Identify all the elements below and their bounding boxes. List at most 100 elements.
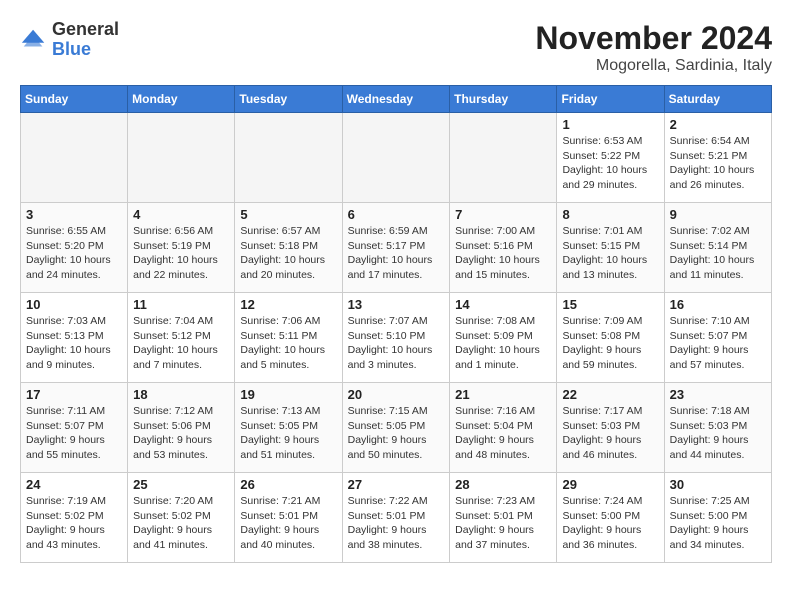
day-number: 15 (562, 297, 658, 312)
day-number: 19 (240, 387, 336, 402)
day-number: 25 (133, 477, 229, 492)
day-number: 26 (240, 477, 336, 492)
logo-blue-text: Blue (52, 39, 91, 59)
day-number: 24 (26, 477, 122, 492)
day-cell: 9 Sunrise: 7:02 AM Sunset: 5:14 PM Daylig… (664, 203, 771, 293)
day-cell: 19 Sunrise: 7:13 AM Sunset: 5:05 PM Dayli… (235, 383, 342, 473)
day-info: Sunrise: 7:19 AM Sunset: 5:02 PM Dayligh… (26, 494, 122, 553)
day-cell: 15Sunrise: 7:09 AM Sunset: 5:08 PM Dayli… (557, 293, 664, 383)
day-info: Sunrise: 7:10 AM Sunset: 5:07 PM Dayligh… (670, 314, 766, 373)
day-cell (342, 113, 450, 203)
day-number: 13 (348, 297, 445, 312)
header: General Blue November 2024 Mogorella, Sa… (20, 20, 772, 75)
day-cell: 18 Sunrise: 7:12 AM Sunset: 5:06 PM Dayli… (128, 383, 235, 473)
day-number: 8 (562, 207, 658, 222)
day-number: 18 (133, 387, 229, 402)
day-cell: 17 Sunrise: 7:11 AM Sunset: 5:07 PM Dayli… (21, 383, 128, 473)
day-cell: 28Sunrise: 7:23 AM Sunset: 5:01 PM Dayli… (450, 473, 557, 563)
day-number: 17 (26, 387, 122, 402)
weekday-header-saturday: Saturday (664, 86, 771, 113)
weekday-header-wednesday: Wednesday (342, 86, 450, 113)
day-cell: 5 Sunrise: 6:57 AM Sunset: 5:18 PM Daylig… (235, 203, 342, 293)
day-cell: 16 Sunrise: 7:10 AM Sunset: 5:07 PM Dayli… (664, 293, 771, 383)
week-row-5: 24 Sunrise: 7:19 AM Sunset: 5:02 PM Dayli… (21, 473, 772, 563)
day-cell: 27 Sunrise: 7:22 AM Sunset: 5:01 PM Dayli… (342, 473, 450, 563)
day-info: Sunrise: 6:53 AM Sunset: 5:22 PM Dayligh… (562, 134, 658, 193)
day-cell: 22 Sunrise: 7:17 AM Sunset: 5:03 PM Dayli… (557, 383, 664, 473)
day-info: Sunrise: 7:22 AM Sunset: 5:01 PM Dayligh… (348, 494, 445, 553)
day-number: 30 (670, 477, 766, 492)
day-cell: 24 Sunrise: 7:19 AM Sunset: 5:02 PM Dayli… (21, 473, 128, 563)
day-cell (128, 113, 235, 203)
week-row-1: 1Sunrise: 6:53 AM Sunset: 5:22 PM Daylig… (21, 113, 772, 203)
day-number: 22 (562, 387, 658, 402)
day-number: 23 (670, 387, 766, 402)
day-info: Sunrise: 7:03 AM Sunset: 5:13 PM Dayligh… (26, 314, 122, 373)
day-cell: 13 Sunrise: 7:07 AM Sunset: 5:10 PM Dayli… (342, 293, 450, 383)
day-cell: 10 Sunrise: 7:03 AM Sunset: 5:13 PM Dayli… (21, 293, 128, 383)
logo-general-text: General (52, 19, 119, 39)
day-info: Sunrise: 7:07 AM Sunset: 5:10 PM Dayligh… (348, 314, 445, 373)
day-info: Sunrise: 7:24 AM Sunset: 5:00 PM Dayligh… (562, 494, 658, 553)
weekday-header-friday: Friday (557, 86, 664, 113)
day-cell (21, 113, 128, 203)
title-area: November 2024 Mogorella, Sardinia, Italy (535, 20, 772, 75)
week-row-3: 10 Sunrise: 7:03 AM Sunset: 5:13 PM Dayli… (21, 293, 772, 383)
day-cell: 14 Sunrise: 7:08 AM Sunset: 5:09 PM Dayli… (450, 293, 557, 383)
day-info: Sunrise: 7:06 AM Sunset: 5:11 PM Dayligh… (240, 314, 336, 373)
day-cell: 3 Sunrise: 6:55 AM Sunset: 5:20 PM Daylig… (21, 203, 128, 293)
week-row-2: 3 Sunrise: 6:55 AM Sunset: 5:20 PM Daylig… (21, 203, 772, 293)
day-info: Sunrise: 7:18 AM Sunset: 5:03 PM Dayligh… (670, 404, 766, 463)
day-number: 6 (348, 207, 445, 222)
day-cell: 26 Sunrise: 7:21 AM Sunset: 5:01 PM Dayli… (235, 473, 342, 563)
logo-icon (20, 26, 48, 54)
day-info: Sunrise: 7:12 AM Sunset: 5:06 PM Dayligh… (133, 404, 229, 463)
location: Mogorella, Sardinia, Italy (535, 57, 772, 75)
day-info: Sunrise: 6:57 AM Sunset: 5:18 PM Dayligh… (240, 224, 336, 283)
day-info: Sunrise: 7:02 AM Sunset: 5:14 PM Dayligh… (670, 224, 766, 283)
day-number: 27 (348, 477, 445, 492)
day-cell: 1Sunrise: 6:53 AM Sunset: 5:22 PM Daylig… (557, 113, 664, 203)
day-number: 7 (455, 207, 551, 222)
weekday-header-row: SundayMondayTuesdayWednesdayThursdayFrid… (21, 86, 772, 113)
weekday-header-thursday: Thursday (450, 86, 557, 113)
day-info: Sunrise: 7:20 AM Sunset: 5:02 PM Dayligh… (133, 494, 229, 553)
day-number: 28 (455, 477, 551, 492)
day-info: Sunrise: 7:21 AM Sunset: 5:01 PM Dayligh… (240, 494, 336, 553)
day-info: Sunrise: 7:08 AM Sunset: 5:09 PM Dayligh… (455, 314, 551, 373)
weekday-header-tuesday: Tuesday (235, 86, 342, 113)
day-number: 16 (670, 297, 766, 312)
day-number: 4 (133, 207, 229, 222)
day-number: 14 (455, 297, 551, 312)
day-number: 21 (455, 387, 551, 402)
day-info: Sunrise: 7:11 AM Sunset: 5:07 PM Dayligh… (26, 404, 122, 463)
day-number: 12 (240, 297, 336, 312)
day-number: 20 (348, 387, 445, 402)
day-info: Sunrise: 7:15 AM Sunset: 5:05 PM Dayligh… (348, 404, 445, 463)
day-number: 9 (670, 207, 766, 222)
month-title: November 2024 (535, 20, 772, 57)
day-info: Sunrise: 6:56 AM Sunset: 5:19 PM Dayligh… (133, 224, 229, 283)
weekday-header-monday: Monday (128, 86, 235, 113)
day-cell: 29Sunrise: 7:24 AM Sunset: 5:00 PM Dayli… (557, 473, 664, 563)
calendar: SundayMondayTuesdayWednesdayThursdayFrid… (20, 85, 772, 563)
day-cell (450, 113, 557, 203)
day-number: 11 (133, 297, 229, 312)
day-info: Sunrise: 6:59 AM Sunset: 5:17 PM Dayligh… (348, 224, 445, 283)
day-info: Sunrise: 7:04 AM Sunset: 5:12 PM Dayligh… (133, 314, 229, 373)
day-number: 3 (26, 207, 122, 222)
day-cell: 7Sunrise: 7:00 AM Sunset: 5:16 PM Daylig… (450, 203, 557, 293)
day-info: Sunrise: 7:01 AM Sunset: 5:15 PM Dayligh… (562, 224, 658, 283)
day-cell: 20 Sunrise: 7:15 AM Sunset: 5:05 PM Dayli… (342, 383, 450, 473)
day-info: Sunrise: 7:17 AM Sunset: 5:03 PM Dayligh… (562, 404, 658, 463)
day-info: Sunrise: 7:13 AM Sunset: 5:05 PM Dayligh… (240, 404, 336, 463)
day-info: Sunrise: 7:16 AM Sunset: 5:04 PM Dayligh… (455, 404, 551, 463)
day-number: 5 (240, 207, 336, 222)
day-cell: 8 Sunrise: 7:01 AM Sunset: 5:15 PM Daylig… (557, 203, 664, 293)
day-info: Sunrise: 6:55 AM Sunset: 5:20 PM Dayligh… (26, 224, 122, 283)
day-cell: 2Sunrise: 6:54 AM Sunset: 5:21 PM Daylig… (664, 113, 771, 203)
day-cell: 12 Sunrise: 7:06 AM Sunset: 5:11 PM Dayli… (235, 293, 342, 383)
logo: General Blue (20, 20, 119, 60)
day-cell: 4 Sunrise: 6:56 AM Sunset: 5:19 PM Daylig… (128, 203, 235, 293)
day-number: 10 (26, 297, 122, 312)
